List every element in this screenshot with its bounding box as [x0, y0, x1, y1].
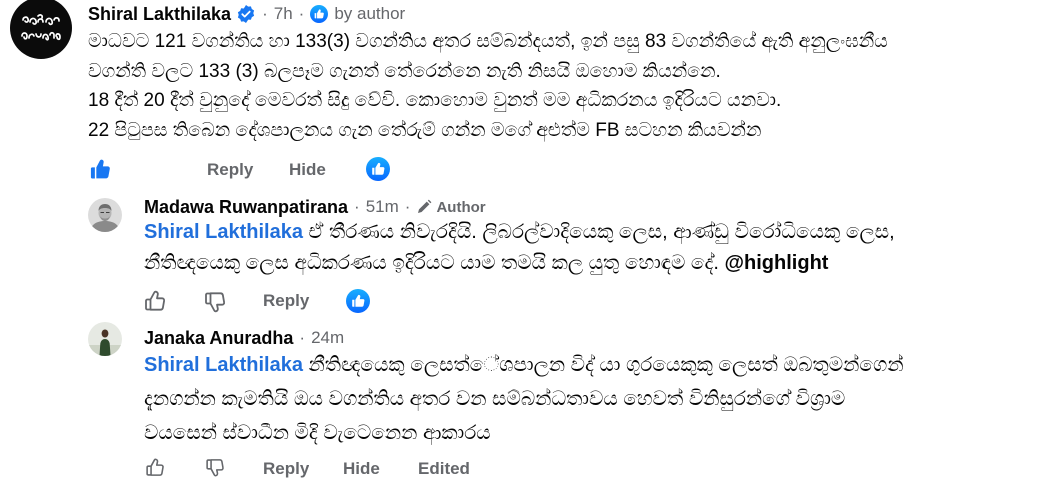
comment-text-line: වගන්ති වලට 133 (3) බලපෑම ගැනත් තේරෙන්නෙ …: [88, 60, 721, 82]
reply-text-line: දැනගන්න කැමතියි ඔය වගන්තිය අතර වන සම්බන්…: [144, 388, 846, 410]
reply-author-name[interactable]: Janaka Anuradha: [144, 328, 293, 349]
thumbs-down-icon: [205, 292, 226, 313]
like-button[interactable]: [143, 457, 167, 478]
separator: ·: [298, 4, 305, 23]
reply-avatar[interactable]: [88, 198, 122, 232]
mention-link[interactable]: Shiral Lakthilaka: [144, 354, 303, 376]
comment-text-line: 18 දීත් 20 දීත් වුනුදේ මෙවරත් සිදු වේවි.…: [88, 90, 782, 111]
reply-text: නීතිඥයෙකු ලෙස අධිකරණය ඉදිරියට යාම තමයි ක…: [144, 252, 719, 274]
comment-timestamp[interactable]: 7h: [274, 4, 293, 24]
comment-text-line: මාධවට 121 වගන්තිය හා 133(3) වගන්තිය අතර …: [88, 31, 888, 52]
comment-text-line: 22 පිටුපස තිබෙන දේශපාලනය ගැන තේරුම් ගන්න…: [88, 119, 762, 141]
pencil-icon: [416, 199, 432, 215]
reaction-count-button[interactable]: [366, 157, 390, 181]
reply-avatar[interactable]: [88, 322, 122, 356]
reply-body: Shiral Lakthilaka නීතිඥයෙකු ලෙසත්ේශපාලන …: [144, 348, 1029, 450]
highlight-tag[interactable]: @highlight: [725, 252, 829, 274]
reply-text-line: Shiral Lakthilaka ඒ තීරණය නිවැරදියි. ලිබ…: [144, 217, 1029, 248]
edited-label[interactable]: Edited: [418, 456, 470, 478]
separator: ·: [404, 197, 411, 216]
dislike-button[interactable]: [203, 457, 227, 478]
reaction-count-button[interactable]: [346, 289, 370, 313]
thumbs-down-icon: [206, 459, 224, 477]
mention-link[interactable]: Shiral Lakthilaka: [144, 221, 303, 243]
separator: ·: [262, 4, 268, 23]
like-reaction-icon: [346, 289, 370, 313]
reply-text-line: Shiral Lakthilaka නීතිඥයෙකු ලෙසත්ේශපාලන …: [144, 348, 1029, 382]
reply-header: Janaka Anuradha · 24m: [144, 326, 344, 350]
reply-button[interactable]: Reply: [263, 289, 309, 313]
verified-badge-icon: [236, 4, 256, 24]
reply-actions: Reply: [140, 288, 380, 315]
hide-button[interactable]: Hide: [289, 159, 326, 181]
separator: ·: [354, 197, 360, 216]
reply-button[interactable]: Reply: [263, 456, 309, 478]
reply-text: ඒ තීරණය නිවැරදියි. ලිබරල්වාදියෙකු ලෙස, ආ…: [308, 221, 895, 243]
author-badge: Author: [436, 198, 486, 216]
reply-timestamp[interactable]: 51m: [366, 197, 399, 217]
like-reaction-icon: [366, 157, 390, 181]
like-button[interactable]: [88, 157, 113, 182]
comment-body: මාධවට 121 වගන්තිය හා 133(3) වගන්තිය අතර …: [88, 27, 1028, 145]
reply-actions: Reply Hide Edited: [140, 456, 480, 478]
thumbs-up-filled-icon: [90, 159, 110, 179]
reply-text: නීතිඥයෙකු ලෙසත්ේශපාලන විද් යා ගුරයෙකුකු …: [308, 354, 904, 376]
like-reaction-icon: [310, 5, 329, 23]
reply-text-line: නීතිඥයෙකු ලෙස අධිකරණය ඉදිරියට යාම තමයි ක…: [144, 248, 1029, 279]
liked-by-author-label: by author: [334, 4, 406, 23]
separator: ·: [299, 328, 306, 347]
thumbs-up-icon: [146, 458, 164, 476]
reply-timestamp[interactable]: 24m: [311, 328, 344, 348]
like-button[interactable]: [143, 289, 167, 313]
reply-body: Shiral Lakthilaka ඒ තීරණය නිවැරදියි. ලිබ…: [144, 217, 1029, 279]
hide-button[interactable]: Hide: [343, 456, 380, 478]
commenter-avatar[interactable]: [10, 0, 72, 59]
reply-text-line: වයසෙන් ස්වාධීන මිදි වැටෙනෙන ආකාරය: [144, 422, 491, 444]
dislike-button[interactable]: [203, 290, 227, 314]
reply-author-name[interactable]: Madawa Ruwanpatirana: [144, 197, 348, 218]
comment-actions: Reply Hide: [84, 155, 404, 185]
commenter-name[interactable]: Shiral Lakthilaka: [88, 4, 231, 25]
reply-header: Madawa Ruwanpatirana · 51m · Author: [144, 195, 486, 219]
comment-header: Shiral Lakthilaka · 7h · by author: [88, 2, 405, 26]
thumbs-up-icon: [145, 290, 166, 311]
reply-button[interactable]: Reply: [207, 159, 253, 181]
